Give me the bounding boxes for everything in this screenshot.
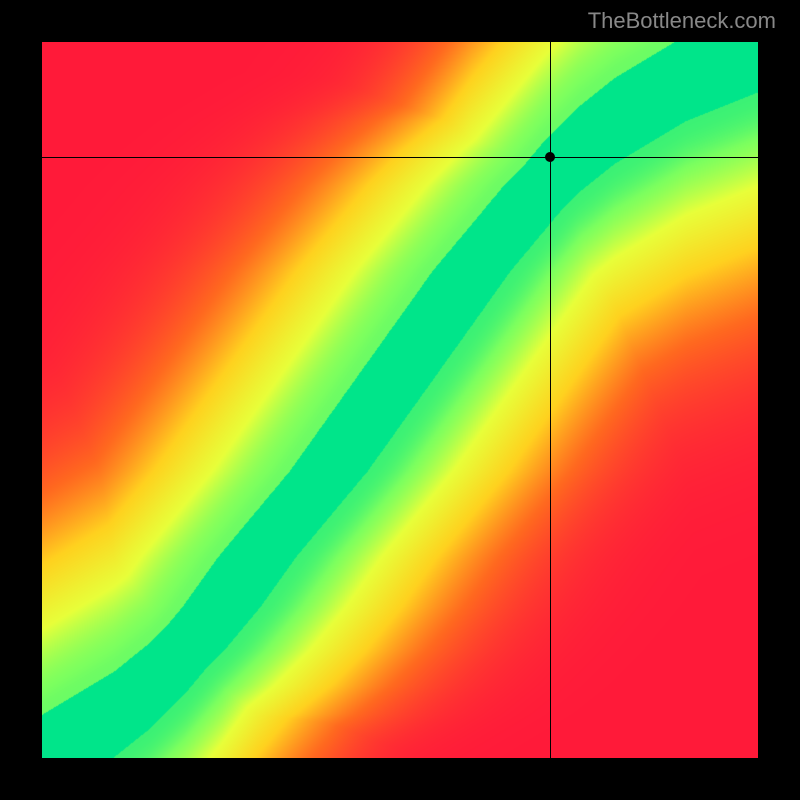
- heatmap-canvas: [42, 42, 758, 758]
- heatmap-plot: [42, 42, 758, 758]
- crosshair-horizontal: [42, 157, 758, 158]
- crosshair-vertical: [550, 42, 551, 758]
- watermark-text: TheBottleneck.com: [588, 8, 776, 34]
- marker-dot: [545, 152, 555, 162]
